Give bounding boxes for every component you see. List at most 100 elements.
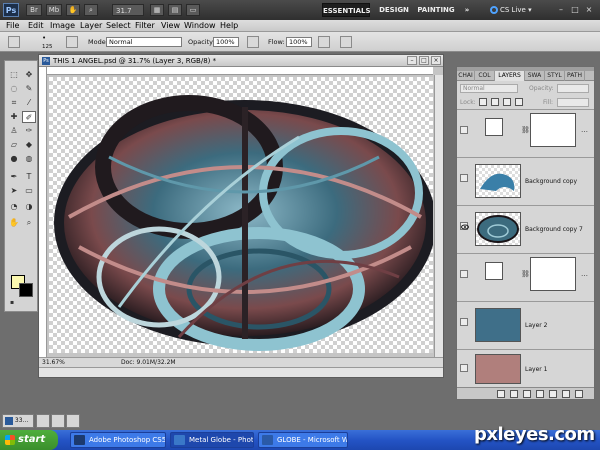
layer-row[interactable]: Layer 2	[457, 301, 594, 349]
horizontal-scrollbar[interactable]	[39, 367, 443, 377]
visibility-toggle[interactable]	[460, 364, 468, 372]
document-size-info[interactable]: Doc: 9.01M/32.2M	[121, 359, 176, 366]
tab-channels[interactable]: CHAI	[457, 71, 475, 81]
add-mask-icon[interactable]	[523, 390, 531, 398]
quick-select-tool-icon[interactable]: ✎	[22, 83, 36, 95]
mini-bridge-button[interactable]: Mb	[46, 4, 62, 16]
layer-thumbnail[interactable]	[475, 212, 521, 246]
zoom-level-select[interactable]: 31.7	[112, 4, 144, 16]
zoom-icon[interactable]: ⌕	[84, 4, 98, 16]
layer-row[interactable]: Layer 1	[457, 349, 594, 387]
lock-all-icon[interactable]	[515, 98, 523, 106]
layer-row[interactable]: Background copy 7	[457, 205, 594, 253]
tab-color[interactable]: COL	[475, 71, 495, 81]
menu-file[interactable]: File	[6, 21, 19, 31]
layer-row[interactable]: Background copy	[457, 157, 594, 205]
more-workspaces-icon[interactable]: »	[462, 3, 472, 17]
zoom-status[interactable]: 31.67%	[42, 359, 65, 366]
workspace-painting[interactable]: PAINTING	[416, 3, 456, 17]
vertical-scrollbar[interactable]	[434, 75, 443, 357]
minimize-icon[interactable]: –	[556, 5, 566, 14]
marquee-tool-icon[interactable]: ⬚	[7, 69, 21, 81]
screen-mode-icon[interactable]: ▭	[186, 4, 200, 16]
workspace-design[interactable]: DESIGN	[377, 3, 411, 17]
tab-styles[interactable]: STYL	[545, 71, 565, 81]
document-canvas[interactable]	[49, 77, 433, 353]
visibility-toggle[interactable]	[460, 174, 468, 182]
zoom-tool-icon[interactable]: ⌕	[22, 217, 36, 229]
layer-row[interactable]: ⛓ …	[457, 109, 594, 157]
menu-edit[interactable]: Edit	[28, 21, 44, 31]
visibility-toggle[interactable]	[460, 318, 468, 326]
dodge-tool-icon[interactable]: ◍	[22, 153, 36, 165]
arrange-documents-icon[interactable]: ▤	[168, 4, 182, 16]
lock-position-icon[interactable]	[503, 98, 511, 106]
pressure-opacity-icon[interactable]	[247, 36, 259, 48]
menu-image[interactable]: Image	[50, 21, 75, 31]
document-close-icon[interactable]: ×	[431, 56, 441, 65]
layer-thumbnail[interactable]	[475, 164, 521, 198]
brush-panel-icon[interactable]	[66, 36, 78, 48]
workspace-essentials[interactable]: ESSENTIALS	[322, 3, 371, 17]
cs-live-menu[interactable]: CS Live ▾	[490, 3, 532, 17]
taskbar-item-photoshop[interactable]: Adobe Photoshop CS5	[70, 432, 166, 448]
move-tool-icon[interactable]: ✥	[22, 69, 36, 81]
maximize-icon[interactable]	[51, 414, 65, 428]
flow-input[interactable]: 100%	[286, 37, 312, 47]
shape-tool-icon[interactable]: ▭	[22, 185, 36, 197]
brush-preset-icon[interactable]: •	[42, 34, 52, 43]
menu-filter[interactable]: Filter	[135, 21, 155, 31]
background-color-swatch[interactable]	[19, 283, 33, 297]
document-title-bar[interactable]: Ps THIS 1 ANGEL.psd @ 31.7% (Layer 3, RG…	[39, 55, 443, 67]
start-button[interactable]: start	[0, 430, 58, 450]
adjustment-icon[interactable]	[536, 390, 544, 398]
layer-opacity-input[interactable]	[557, 84, 589, 93]
layer-mask-thumbnail[interactable]	[530, 113, 576, 147]
mode-select[interactable]: Normal	[106, 37, 182, 47]
extras-icon[interactable]: ▦	[150, 4, 164, 16]
blend-mode-select[interactable]: Normal	[460, 84, 518, 93]
document-maximize-icon[interactable]: □	[419, 56, 429, 65]
lock-transparent-icon[interactable]	[479, 98, 487, 106]
type-tool-icon[interactable]: T	[22, 171, 36, 183]
layer-thumbnail[interactable]	[475, 354, 521, 384]
healing-brush-tool-icon[interactable]: ✚	[7, 111, 21, 123]
visibility-toggle[interactable]	[460, 126, 468, 134]
pressure-size-icon[interactable]	[340, 36, 352, 48]
lasso-tool-icon[interactable]: ◌	[7, 83, 21, 95]
paint-bucket-tool-icon[interactable]: ◆	[22, 139, 36, 151]
menu-window[interactable]: Window	[184, 21, 216, 31]
restore-icon[interactable]	[36, 414, 50, 428]
new-layer-icon[interactable]	[562, 390, 570, 398]
tab-swatches[interactable]: SWA	[525, 71, 545, 81]
lock-image-icon[interactable]	[491, 98, 499, 106]
tab-layers[interactable]: LAYERS	[495, 71, 525, 81]
hand-icon[interactable]: ✋	[66, 4, 80, 16]
link-layers-icon[interactable]	[497, 390, 505, 398]
taskbar-item-word[interactable]: GLOBE - Microsoft Word	[258, 432, 348, 448]
opacity-input[interactable]: 100%	[213, 37, 239, 47]
3d-orbit-tool-icon[interactable]: ◑	[22, 201, 36, 213]
brush-tool-preset-icon[interactable]	[8, 36, 20, 48]
minimized-document[interactable]: 33...	[2, 414, 34, 428]
eyedropper-tool-icon[interactable]: ⁄	[22, 97, 36, 109]
brush-tool-icon[interactable]: ✐	[22, 111, 36, 123]
fill-input[interactable]	[557, 98, 589, 107]
trash-icon[interactable]	[575, 390, 583, 398]
group-folder-icon[interactable]	[549, 390, 557, 398]
3d-rotate-tool-icon[interactable]: ◔	[7, 201, 21, 213]
default-colors-icon[interactable]: ▪	[7, 299, 17, 307]
blur-tool-icon[interactable]: ●	[7, 153, 21, 165]
maximize-icon[interactable]: □	[570, 5, 580, 14]
menu-select[interactable]: Select	[106, 21, 131, 31]
layer-row[interactable]: ⛓ …	[457, 253, 594, 301]
taskbar-item-browser[interactable]: Metal Globe - Photos...	[170, 432, 254, 448]
bridge-button[interactable]: Br	[26, 4, 42, 16]
layer-mask-thumbnail[interactable]	[530, 257, 576, 291]
layer-style-icon[interactable]	[510, 390, 518, 398]
pen-tool-icon[interactable]: ✒	[7, 171, 21, 183]
path-selection-tool-icon[interactable]: ➤	[7, 185, 21, 197]
visibility-toggle[interactable]	[460, 270, 468, 278]
menu-help[interactable]: Help	[220, 21, 238, 31]
history-brush-tool-icon[interactable]: ✑	[22, 125, 36, 137]
